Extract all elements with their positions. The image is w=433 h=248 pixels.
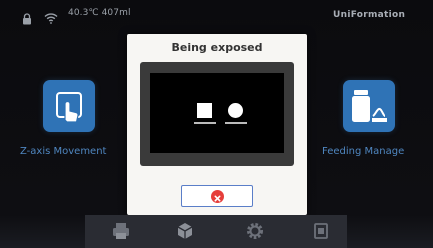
temperature-volume-readout: 40.3℃ 407ml bbox=[68, 8, 131, 18]
hand-tap-icon bbox=[56, 92, 82, 123]
square-shape bbox=[197, 103, 212, 118]
circle-shape-caption bbox=[225, 122, 247, 124]
exposure-dialog: Being exposed bbox=[127, 34, 307, 215]
brand-logo: UniFormation bbox=[333, 10, 406, 20]
close-circle-icon bbox=[211, 190, 224, 203]
feeding-manage-button[interactable] bbox=[343, 80, 395, 132]
status-bar: 40.3℃ 407ml UniFormation bbox=[0, 0, 433, 28]
lock-icon bbox=[22, 10, 32, 25]
dialog-title: Being exposed bbox=[171, 41, 263, 54]
layer-preview bbox=[150, 73, 284, 153]
square-shape-caption bbox=[194, 122, 216, 124]
layer-preview-frame bbox=[140, 62, 294, 166]
wifi-icon bbox=[44, 9, 58, 24]
resin-bottle-icon bbox=[352, 90, 387, 122]
bottom-nav bbox=[85, 215, 347, 248]
z-axis-movement-label: Z-axis Movement bbox=[20, 146, 107, 157]
file-icon[interactable] bbox=[311, 221, 331, 241]
cube-icon[interactable] bbox=[175, 221, 195, 241]
printer-screen: 40.3℃ 407ml UniFormation Z-axis Movement… bbox=[0, 0, 433, 248]
stop-button[interactable] bbox=[181, 185, 253, 207]
z-axis-movement-button[interactable] bbox=[43, 80, 95, 132]
printer-icon[interactable] bbox=[111, 221, 131, 241]
gear-icon[interactable] bbox=[245, 221, 265, 241]
feeding-manage-label: Feeding Manage bbox=[322, 146, 405, 157]
circle-shape bbox=[228, 103, 243, 118]
